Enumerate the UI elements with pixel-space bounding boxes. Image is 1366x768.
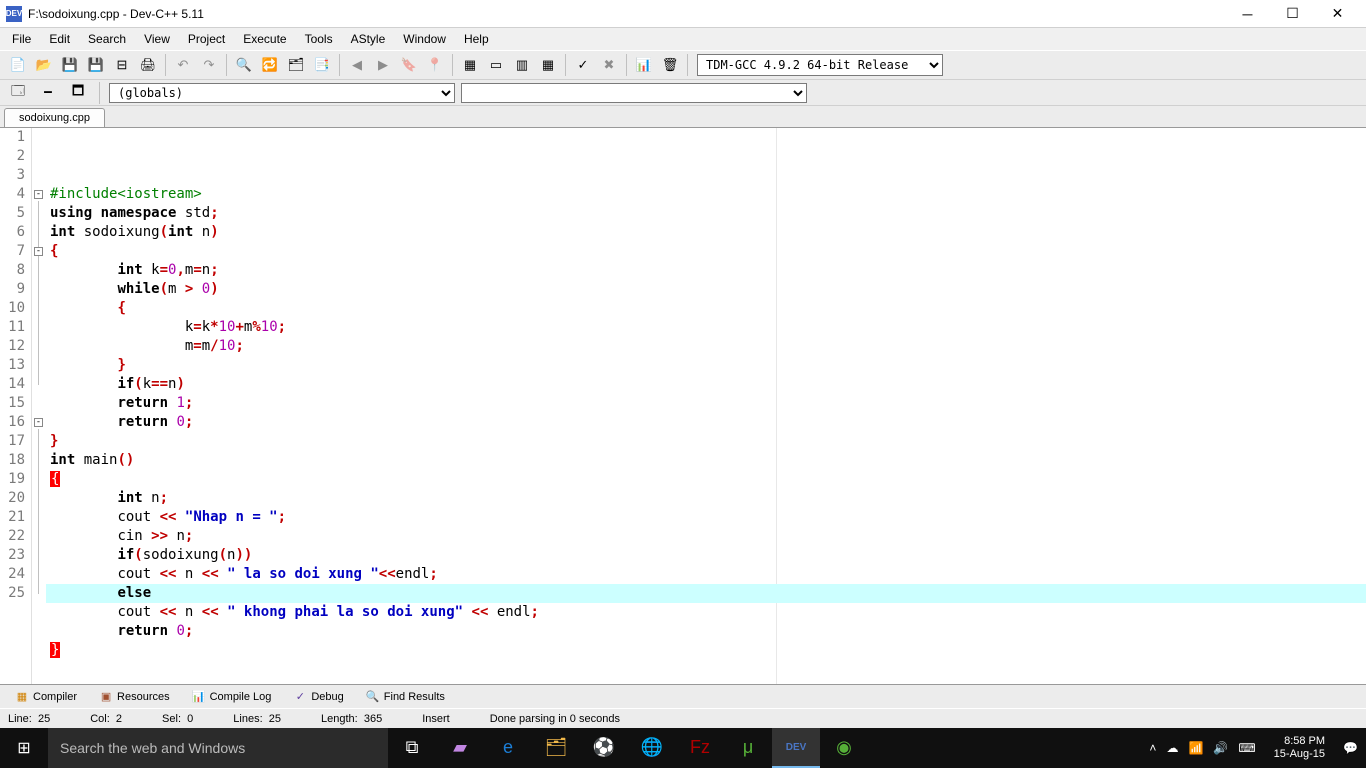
- find-icon[interactable]: 🔍: [232, 53, 256, 77]
- close-button[interactable]: ✕: [1315, 0, 1360, 28]
- save-icon[interactable]: 💾: [58, 53, 82, 77]
- menu-help[interactable]: Help: [456, 30, 497, 48]
- status-parse: Done parsing in 0 seconds: [490, 713, 620, 725]
- keyboard-icon[interactable]: ⌨: [1238, 741, 1255, 755]
- menu-window[interactable]: Window: [395, 30, 454, 48]
- menu-edit[interactable]: Edit: [41, 30, 78, 48]
- menu-tools[interactable]: Tools: [297, 30, 341, 48]
- code-area[interactable]: #include<iostream> using namespace std; …: [46, 128, 1366, 684]
- app-icon: DEV: [6, 6, 22, 22]
- save-all-icon[interactable]: 💾: [84, 53, 108, 77]
- task-view-icon[interactable]: ⧉: [388, 728, 436, 768]
- line-gutter: 1 2 3 4 5 6 7 8 9 10 11 12 13 14 15 16 1…: [0, 128, 32, 684]
- notifications-icon[interactable]: 💬: [1343, 741, 1358, 755]
- windows-taskbar: ⊞ Search the web and Windows ⧉ ▰ e 🗂 ⚽ 🌐…: [0, 728, 1366, 768]
- replace-icon[interactable]: 🔁: [258, 53, 282, 77]
- fold-column: - - -: [32, 128, 46, 684]
- onedrive-icon[interactable]: ☁: [1166, 741, 1178, 755]
- find-in-files-icon[interactable]: 🗂: [284, 53, 308, 77]
- stop-icon[interactable]: ✖: [597, 53, 621, 77]
- fold-icon[interactable]: -: [34, 247, 43, 256]
- status-lines: Lines: 25: [233, 713, 281, 725]
- context-toolbar: 🗔 🗕 🗖 (globals): [0, 80, 1366, 106]
- new-file-icon[interactable]: 📄: [6, 53, 30, 77]
- add-class-icon[interactable]: 🗕: [36, 82, 60, 104]
- bookmark-toggle-icon[interactable]: 🔖: [397, 53, 421, 77]
- menu-execute[interactable]: Execute: [235, 30, 294, 48]
- redo-icon[interactable]: ↷: [197, 53, 221, 77]
- taskbar-search[interactable]: Search the web and Windows: [48, 728, 388, 768]
- open-file-icon[interactable]: 📂: [32, 53, 56, 77]
- tray-chevron-icon[interactable]: ˄: [1149, 741, 1156, 755]
- status-sel: Sel: 0: [162, 713, 193, 725]
- tab-resources[interactable]: ▣Resources: [88, 686, 181, 708]
- compile-icon[interactable]: ▦: [458, 53, 482, 77]
- bookmark-goto-icon[interactable]: 📍: [423, 53, 447, 77]
- menu-project[interactable]: Project: [180, 30, 233, 48]
- compiler-select[interactable]: TDM-GCC 4.9.2 64-bit Release: [697, 54, 943, 76]
- edge-icon[interactable]: e: [484, 728, 532, 768]
- pes-icon[interactable]: ⚽: [580, 728, 628, 768]
- title-bar: DEV F:\sodoixung.cpp - Dev-C++ 5.11 ─ ☐ …: [0, 0, 1366, 28]
- explorer-icon[interactable]: 🗂: [532, 728, 580, 768]
- volume-icon[interactable]: 🔊: [1213, 741, 1228, 755]
- debug-icon[interactable]: ✓: [571, 53, 595, 77]
- torrent2-icon[interactable]: ◉: [820, 728, 868, 768]
- tab-sodoixung[interactable]: sodoixung.cpp: [4, 108, 105, 127]
- main-toolbar: 📄 📂 💾 💾 ⊟ 🖨 ↶ ↷ 🔍 🔁 🗂 📑 ◀ ▶ 🔖 📍 ▦ ▭ ▥ ▦ …: [0, 50, 1366, 80]
- goto-icon[interactable]: 📑: [310, 53, 334, 77]
- close-all-icon[interactable]: ⊟: [110, 53, 134, 77]
- status-line: Line: 25: [8, 713, 50, 725]
- tab-compiler[interactable]: ▦Compiler: [4, 686, 88, 708]
- tab-compile-log[interactable]: 📊Compile Log: [181, 686, 283, 708]
- start-button[interactable]: ⊞: [0, 728, 48, 768]
- code-editor[interactable]: 1 2 3 4 5 6 7 8 9 10 11 12 13 14 15 16 1…: [0, 128, 1366, 684]
- minimize-button[interactable]: ─: [1225, 0, 1270, 28]
- system-tray: ˄ ☁ 📶 🔊 ⌨ 8:58 PM 15-Aug-15 💬: [1141, 735, 1366, 761]
- chrome-icon[interactable]: 🌐: [628, 728, 676, 768]
- file-tabs: sodoixung.cpp: [0, 106, 1366, 128]
- window-title: F:\sodoixung.cpp - Dev-C++ 5.11: [28, 7, 1225, 21]
- undo-icon[interactable]: ↶: [171, 53, 195, 77]
- status-mode: Insert: [422, 713, 450, 725]
- devcpp-icon[interactable]: DEV: [772, 728, 820, 768]
- rebuild-icon[interactable]: ▦: [536, 53, 560, 77]
- tab-debug[interactable]: ✓Debug: [282, 686, 354, 708]
- menu-file[interactable]: File: [4, 30, 39, 48]
- wifi-icon[interactable]: 📶: [1188, 741, 1203, 755]
- menu-search[interactable]: Search: [80, 30, 134, 48]
- globals-dropdown[interactable]: (globals): [109, 83, 455, 103]
- fold-icon[interactable]: -: [34, 418, 43, 427]
- filezilla-icon[interactable]: Fz: [676, 728, 724, 768]
- bottom-panel-tabs: ▦Compiler ▣Resources 📊Compile Log ✓Debug…: [0, 684, 1366, 708]
- status-bar: Line: 25 Col: 2 Sel: 0 Lines: 25 Length:…: [0, 708, 1366, 728]
- tab-find-results[interactable]: 🔍Find Results: [355, 686, 456, 708]
- taskbar-clock[interactable]: 8:58 PM 15-Aug-15: [1266, 735, 1333, 761]
- print-icon[interactable]: 🖨: [136, 53, 160, 77]
- fold-icon[interactable]: -: [34, 190, 43, 199]
- forward-icon[interactable]: ▶: [371, 53, 395, 77]
- utorrent-icon[interactable]: μ: [724, 728, 772, 768]
- menu-astyle[interactable]: AStyle: [343, 30, 394, 48]
- class-list-icon[interactable]: 🗖: [66, 82, 90, 104]
- back-icon[interactable]: ◀: [345, 53, 369, 77]
- menu-bar: File Edit Search View Project Execute To…: [0, 28, 1366, 50]
- maximize-button[interactable]: ☐: [1270, 0, 1315, 28]
- members-dropdown[interactable]: [461, 83, 807, 103]
- visual-studio-icon[interactable]: ▰: [436, 728, 484, 768]
- status-col: Col: 2: [90, 713, 122, 725]
- run-icon[interactable]: ▭: [484, 53, 508, 77]
- profile-icon[interactable]: 📊: [632, 53, 656, 77]
- menu-view[interactable]: View: [136, 30, 178, 48]
- status-length: Length: 365: [321, 713, 382, 725]
- delete-profile-icon[interactable]: 🗑: [658, 53, 682, 77]
- compile-run-icon[interactable]: ▥: [510, 53, 534, 77]
- new-class-icon[interactable]: 🗔: [6, 82, 30, 104]
